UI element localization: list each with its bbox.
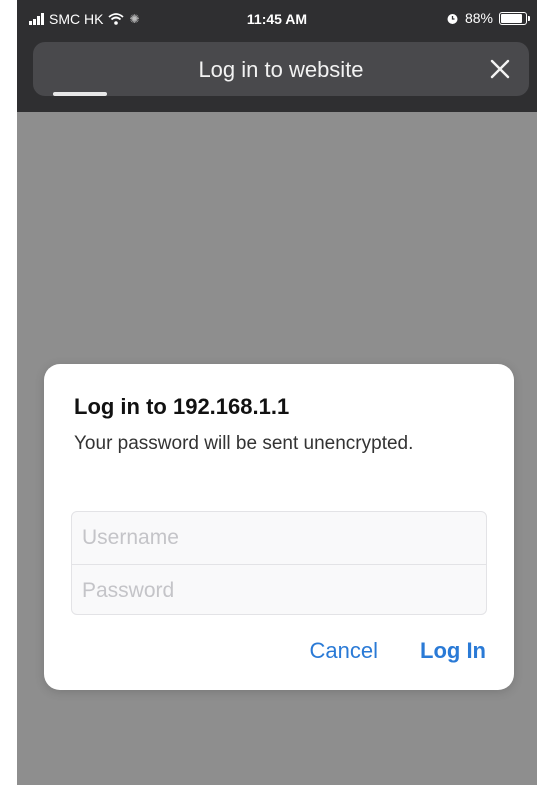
battery-percent: 88% [464,10,493,26]
username-input[interactable] [72,512,486,564]
credentials-fields [71,511,487,615]
status-bar: SMC HK ✺ 11:45 AM 88% [17,0,537,38]
dialog-actions: Cancel Log In [310,638,486,664]
phone-screen: SMC HK ✺ 11:45 AM 88% Log in to website … [17,0,537,785]
sheet-title: Log in to website [198,57,364,82]
battery-fill [501,13,523,23]
dialog-title: Log in to 192.168.1.1 [74,394,290,419]
dialog-message: Your password will be sent unencrypted. [74,433,414,454]
login-dialog: Log in to 192.168.1.1 Your password will… [44,364,514,690]
cancel-button[interactable]: Cancel [310,638,378,664]
sheet-header: Log in to website [33,42,529,96]
password-input[interactable] [72,564,486,614]
battery-icon [499,11,530,25]
alarm-icon [447,13,458,24]
loading-progress-bar [53,92,107,96]
close-icon [490,59,510,79]
status-right: 88% [446,10,530,26]
close-button[interactable] [481,50,519,88]
top-bar-area: SMC HK ✺ 11:45 AM 88% Log in to website [17,0,537,112]
login-button[interactable]: Log In [420,638,486,664]
